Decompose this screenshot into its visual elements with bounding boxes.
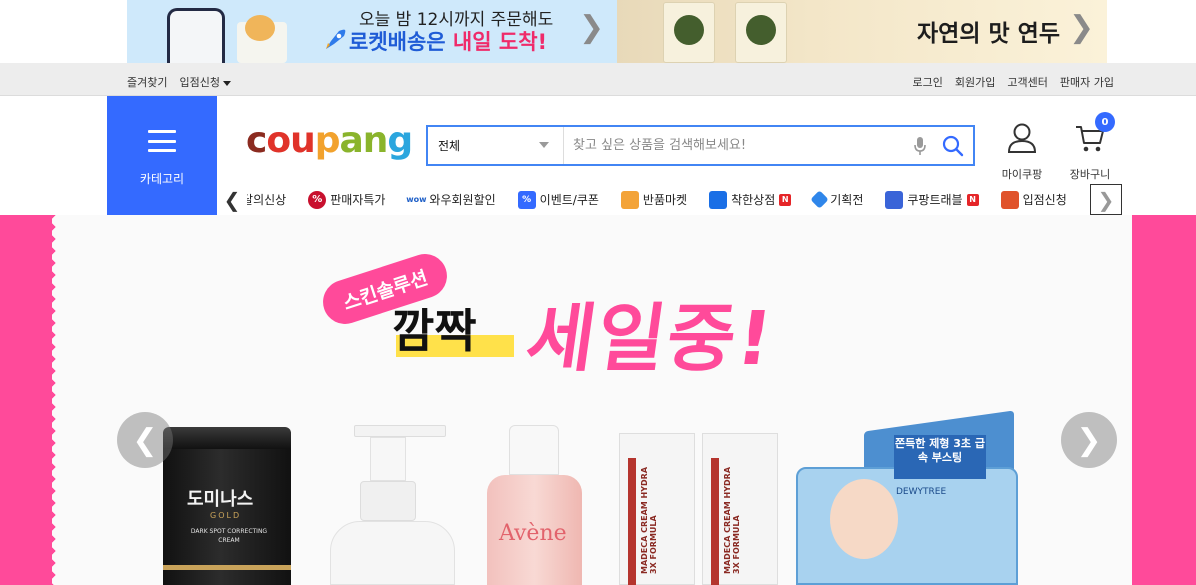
promo-line2: 로켓배송은 내일 도착! <box>349 26 547 56</box>
quick-nav-prev-button[interactable]: ❮ <box>217 184 247 215</box>
header: 카테고리 coupang 전체 마이쿠팡 0 장바구니 ❮ 이달의신상 <box>0 96 1196 215</box>
hero-sale: 세일중! <box>521 296 780 382</box>
market-icon <box>620 190 639 209</box>
percent-icon: % <box>308 190 327 209</box>
search-category-value: 전체 <box>438 139 461 153</box>
quick-nav-label: 판매자특가 <box>330 193 386 207</box>
quick-nav-item-return-market[interactable]: 반품마켓 <box>620 190 688 209</box>
hero-next-button[interactable]: ❯ <box>1061 412 1117 468</box>
search-bar: 전체 <box>426 125 975 166</box>
cart-button[interactable]: 0 장바구니 <box>1061 112 1119 182</box>
quick-nav-item-special[interactable]: 기획전 <box>810 190 864 209</box>
quick-nav-item-apply[interactable]: 입점신청 <box>1000 190 1067 209</box>
product-pack-image <box>735 2 787 63</box>
product-foam-bottle[interactable] <box>330 425 455 585</box>
product-tube[interactable]: MADECA CREAM HYDRA 3X FORMULA <box>619 433 695 585</box>
tube-label: MADECA CREAM HYDRA 3X FORMULA <box>640 466 658 574</box>
quick-nav-label: 쿠팡트래블 <box>907 193 963 207</box>
shop-icon <box>1000 190 1019 209</box>
quick-nav: ❮ 이달의신상 % 판매자특가 wow 와우회원할인 % 이벤트/쿠폰 반품마켓 <box>217 184 1123 215</box>
new-badge: N <box>779 193 792 206</box>
product-jar[interactable]: 도미나스 GOLD DARK SPOT CORRECTING CREAM <box>163 427 291 585</box>
quick-nav-label: 입점신청 <box>1022 193 1067 207</box>
promo-right-title: 자연의 맛 연두 <box>917 21 1060 47</box>
wow-icon: wow <box>406 190 427 209</box>
login-link[interactable]: 로그인 <box>913 74 943 90</box>
promo-line2-pink: 내일 도착! <box>452 30 548 54</box>
customer-center-link[interactable]: 고객센터 <box>1007 74 1047 90</box>
hero-kkam: 깜짝 <box>392 304 477 358</box>
user-icon <box>1007 123 1037 153</box>
caret-down-icon <box>539 142 549 148</box>
utility-left: 즐겨찾기 입점신청 <box>127 74 231 90</box>
quick-nav-item-good-store[interactable]: 착한상점 N <box>709 190 792 209</box>
promo-line2-blue: 로켓배송은 <box>349 30 446 54</box>
category-button[interactable]: 카테고리 <box>107 96 217 215</box>
hero-prev-button[interactable]: ❮ <box>117 412 173 468</box>
quick-nav-label: 와우회원할인 <box>429 193 496 207</box>
product-pad-box[interactable]: 쫀득한 제형 3초 급속 부스팅 DEWYTREE <box>796 410 1018 585</box>
device-image <box>167 8 225 63</box>
zigzag-left <box>44 215 56 585</box>
microphone-icon[interactable] <box>907 127 933 164</box>
model-face-image <box>830 479 898 559</box>
search-input[interactable] <box>564 127 907 164</box>
promo-banner[interactable]: 오늘 밤 12시까지 주문해도 로켓배송은 내일 도착! ❯ 자연의 맛 연두 … <box>127 0 1107 63</box>
product-pack-image <box>663 2 715 63</box>
signup-link[interactable]: 회원가입 <box>955 74 995 90</box>
quick-nav-label: 반품마켓 <box>642 193 688 207</box>
mycoupang-button[interactable]: 마이쿠팡 <box>993 122 1051 182</box>
quick-nav-item-event[interactable]: % 이벤트/쿠폰 <box>517 190 599 209</box>
pink-bottle-label: Avène <box>499 521 567 546</box>
caret-down-icon <box>222 80 231 86</box>
jar-desc: DARK SPOT CORRECTING CREAM <box>190 528 268 544</box>
search-icon <box>942 135 964 156</box>
hamburger-icon <box>148 130 176 152</box>
coupon-icon: % <box>517 190 536 209</box>
promo-yondu[interactable]: 자연의 맛 연두 ❯ <box>617 0 1107 63</box>
quick-nav-item-wow[interactable]: wow 와우회원할인 <box>406 190 496 209</box>
seller-signup-link[interactable]: 판매자 가입 <box>1060 74 1114 90</box>
quick-nav-item-travel[interactable]: 쿠팡트래블 N <box>885 190 979 209</box>
zigzag-right <box>1128 215 1140 585</box>
quick-nav-label: 이벤트/쿠폰 <box>539 193 599 207</box>
product-pink-bottle[interactable]: Avène <box>487 425 582 585</box>
jar-sub: GOLD <box>210 511 242 520</box>
tag-icon <box>810 190 829 209</box>
pad-brand: DEWYTREE <box>896 487 947 497</box>
peach-image <box>245 15 275 41</box>
seller-apply-label: 입점신청 <box>179 76 220 89</box>
utility-bar: 즐겨찾기 입점신청 로그인 회원가입 고객센터 판매자 가입 <box>0 63 1196 96</box>
building-icon <box>885 190 904 209</box>
bookmark-link[interactable]: 즐겨찾기 <box>127 74 167 90</box>
coupang-logo[interactable]: coupang <box>246 120 413 161</box>
promo-left-arrow-icon[interactable]: ❯ <box>579 10 604 45</box>
mycoupang-label: 마이쿠팡 <box>1001 168 1043 181</box>
tube-label: MADECA CREAM HYDRA 3X FORMULA <box>723 466 741 574</box>
utility-right: 로그인 회원가입 고객센터 판매자 가입 <box>913 74 1114 90</box>
cart-count-badge: 0 <box>1095 112 1115 132</box>
quick-nav-next-button[interactable]: ❯ <box>1090 184 1122 215</box>
pad-tag: 쫀득한 제형 3초 급속 부스팅 <box>894 435 986 479</box>
store-icon <box>709 190 728 209</box>
new-badge: N <box>966 193 979 206</box>
promo-right-arrow-icon[interactable]: ❯ <box>1069 10 1094 45</box>
quick-nav-label: 이달의신상 <box>247 193 287 207</box>
rocket-icon <box>326 29 346 49</box>
cart-label: 장바구니 <box>1069 168 1111 181</box>
quick-nav-items: 이달의신상 % 판매자특가 wow 와우회원할인 % 이벤트/쿠폰 반품마켓 착… <box>247 190 1097 209</box>
jar-name: 도미나스 <box>187 489 254 510</box>
product-tube[interactable]: MADECA CREAM HYDRA 3X FORMULA <box>702 433 778 585</box>
search-button[interactable] <box>933 127 973 164</box>
search-category-select[interactable]: 전체 <box>428 127 564 164</box>
seller-apply-link[interactable]: 입점신청 <box>179 74 231 90</box>
hero-banner[interactable]: 스킨솔루션 깜짝 세일중! 도미나스 GOLD DARK SPOT CORREC… <box>0 215 1196 585</box>
quick-nav-item-new[interactable]: 이달의신상 <box>247 191 286 208</box>
category-label: 카테고리 <box>139 172 185 186</box>
promo-rocket-delivery[interactable]: 오늘 밤 12시까지 주문해도 로켓배송은 내일 도착! ❯ <box>127 0 617 63</box>
quick-nav-item-seller-deal[interactable]: % 판매자특가 <box>308 190 386 209</box>
quick-nav-label: 착한상점 <box>731 193 776 207</box>
quick-nav-label: 기획전 <box>830 193 864 207</box>
